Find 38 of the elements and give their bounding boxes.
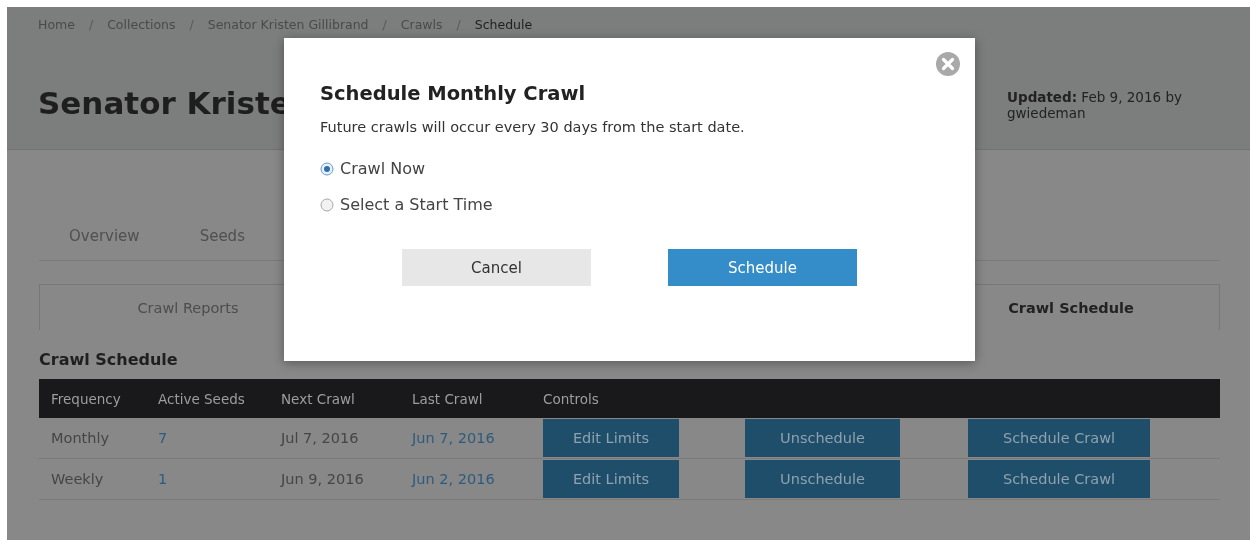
control-button[interactable]: Unschedule	[745, 419, 900, 457]
tab[interactable]: Overview	[69, 226, 140, 260]
table-cell: Weekly	[51, 471, 104, 487]
control-button[interactable]: Schedule Crawl	[968, 419, 1150, 457]
seeds-link[interactable]: 7	[158, 430, 168, 446]
breadcrumb-separator: /	[189, 17, 194, 32]
breadcrumb-separator: /	[382, 17, 387, 32]
table-cell: Monthly	[51, 430, 110, 446]
close-icon[interactable]	[935, 51, 961, 77]
table-cell: Jul 7, 2016	[281, 430, 359, 446]
tab[interactable]: Seeds	[199, 226, 245, 260]
dialog-button[interactable]: Cancel	[402, 249, 591, 286]
control-button[interactable]: Schedule Crawl	[968, 460, 1150, 498]
column-header: Controls	[543, 390, 600, 407]
column-header: Active Seeds	[158, 390, 246, 407]
updated-info: Updated: Feb 9, 2016 by gwiedeman	[1007, 89, 1183, 121]
radio-button[interactable]	[320, 161, 334, 176]
page-title: Senator Kriste	[38, 85, 291, 123]
column-header: Frequency	[51, 390, 122, 407]
last-crawl-link[interactable]: Jun 7, 2016	[412, 430, 495, 446]
table-cell: Jun 9, 2016	[281, 471, 364, 487]
breadcrumb-separator: /	[88, 17, 94, 32]
radio-button[interactable]	[320, 197, 334, 212]
last-crawl-link[interactable]: Jun 2, 2016	[412, 471, 495, 487]
radio-label[interactable]: Crawl Now	[340, 159, 425, 178]
column-header: Next Crawl	[281, 390, 356, 407]
breadcrumb-link[interactable]: Schedule	[474, 17, 533, 32]
seeds-link[interactable]: 1	[158, 471, 168, 487]
dialog-text: Future crawls will occur every 30 days from the start date.	[320, 119, 746, 135]
control-button[interactable]: Edit Limits	[543, 460, 679, 498]
section-title: Crawl Schedule	[39, 350, 179, 369]
breadcrumb-separator: /	[456, 17, 461, 32]
column-header: Last Crawl	[412, 390, 484, 407]
radio-label[interactable]: Select a Start Time	[340, 195, 493, 214]
dialog-button[interactable]: Schedule	[668, 249, 857, 286]
control-button[interactable]: Edit Limits	[543, 419, 679, 457]
control-button[interactable]: Unschedule	[745, 460, 900, 498]
dialog-title: Schedule Monthly Crawl	[320, 82, 587, 105]
